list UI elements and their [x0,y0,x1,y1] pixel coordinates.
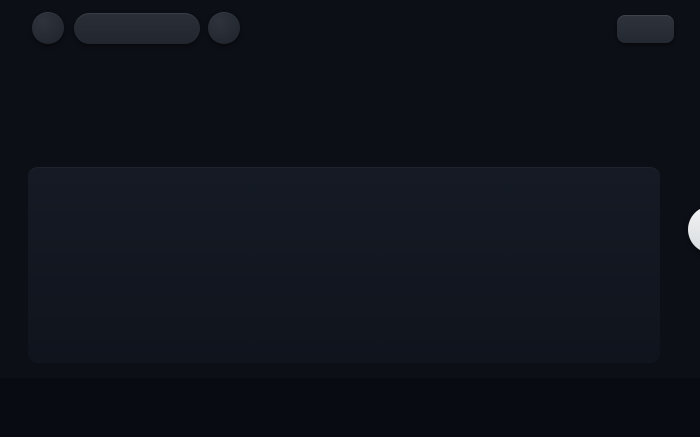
preset-prev-button[interactable] [32,12,64,44]
preset-selector[interactable] [74,13,200,44]
next-bands-page-button[interactable] [663,250,689,286]
equalizer-panel [28,167,660,363]
edge-drawer-handle[interactable] [688,206,700,253]
top-bar [0,0,700,55]
reset-button[interactable] [617,15,674,43]
bottom-tab-bar [0,378,700,437]
eq-curve-graph [0,52,700,164]
preset-next-button[interactable] [208,12,240,44]
